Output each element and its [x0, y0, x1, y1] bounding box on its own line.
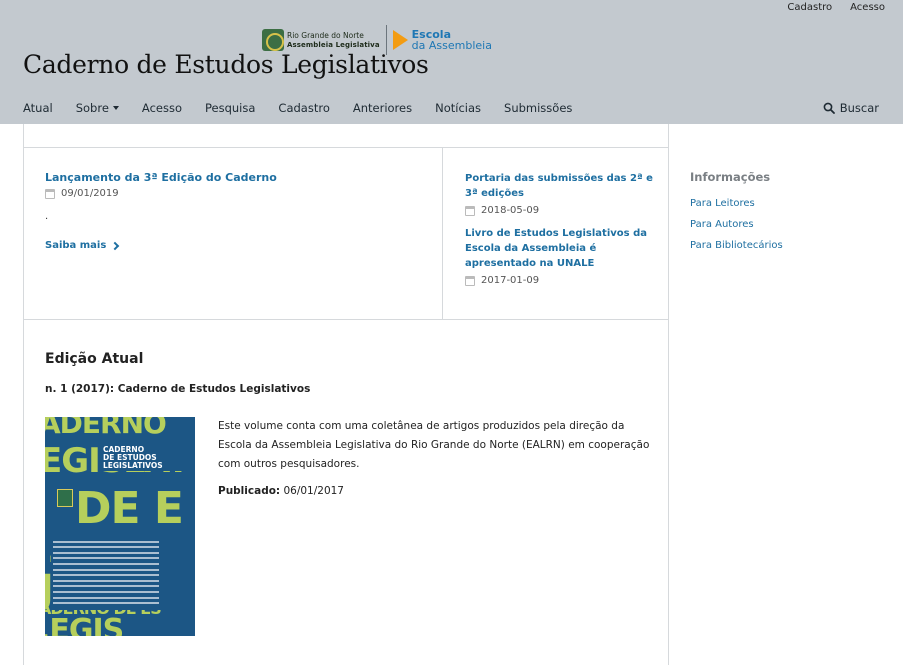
issue-title-link[interactable]: n. 1 (2017): Caderno de Estudos Legislat… [45, 383, 655, 395]
divider [442, 147, 443, 319]
cover-art: ADERNO [45, 417, 167, 440]
calendar-icon [465, 275, 475, 286]
news-title-link[interactable]: Lançamento da 3ª Edição do Caderno [45, 171, 425, 184]
cover-title: CADERNO DE ESTUDOS LEGISLATIVOS [101, 445, 191, 471]
search-link[interactable]: Buscar [823, 101, 879, 115]
issue-description: Este volume conta com uma coletânea de a… [218, 420, 650, 470]
nav-register[interactable]: Cadastro [278, 101, 329, 115]
news-summary: . [45, 211, 49, 222]
section-title: Edição Atual [45, 351, 144, 367]
user-nav: Cadastro Acesso [787, 2, 885, 13]
caret-down-icon [112, 106, 119, 110]
nav-archives[interactable]: Anteriores [353, 101, 412, 115]
news-featured: Lançamento da 3ª Edição do Caderno 09/01… [45, 171, 425, 251]
nav-submissions[interactable]: Submissões [504, 101, 572, 115]
nav-news[interactable]: Notícias [435, 101, 481, 115]
news-date: 2018-05-09 [465, 205, 655, 216]
for-librarians-link[interactable]: Para Bibliotecários [690, 240, 890, 251]
search-icon [823, 102, 835, 114]
main-nav: Atual Sobre Acesso Pesquisa Cadastro Ant… [23, 101, 595, 115]
calendar-icon [45, 188, 55, 199]
news-title-link[interactable]: Livro de Estudos Legislativos da Escola … [465, 226, 655, 271]
cover-author-list [51, 535, 161, 610]
nav-search[interactable]: Pesquisa [205, 101, 255, 115]
login-link[interactable]: Acesso [850, 2, 885, 13]
site-header: Cadastro Acesso Rio Grande do Norte Asse… [0, 0, 903, 124]
news-date: 09/01/2019 [45, 188, 425, 199]
assembly-seal-icon [262, 29, 284, 51]
divider [24, 147, 668, 148]
for-authors-link[interactable]: Para Autores [690, 219, 890, 230]
register-link[interactable]: Cadastro [787, 2, 832, 13]
read-more-link[interactable]: Saiba mais [45, 240, 425, 251]
site-title[interactable]: Caderno de Estudos Legislativos [23, 50, 429, 79]
news-date: 2017-01-09 [465, 275, 655, 286]
school-logo-text: Escola da Assembleia [411, 28, 492, 52]
nav-about[interactable]: Sobre [76, 101, 119, 115]
issue-cover-image[interactable]: ADERNO EGISLAT DE E .EGIS JDE ADERNO DE … [45, 417, 195, 636]
sidebar-links: Para Leitores Para Autores Para Bibliote… [690, 198, 890, 251]
cover-art: .EGIS [45, 613, 124, 636]
sidebar-heading: Informações [690, 170, 771, 184]
school-play-icon [392, 30, 408, 50]
issue-published: Publicado: 06/01/2017 [218, 485, 344, 497]
divider [24, 319, 668, 320]
news-list: Portaria das submissões das 2ª e 3ª ediç… [465, 171, 655, 296]
sidebar-information: Informações Para Leitores Para Autores P… [690, 170, 890, 251]
calendar-icon [465, 205, 475, 216]
current-issue: Edição Atual n. 1 (2017): Caderno de Est… [45, 351, 655, 636]
cover-art: DE E [75, 483, 184, 534]
news-title-link[interactable]: Portaria das submissões das 2ª e 3ª ediç… [465, 171, 655, 201]
for-readers-link[interactable]: Para Leitores [690, 198, 890, 209]
chevron-right-icon [111, 241, 120, 250]
nav-current[interactable]: Atual [23, 101, 53, 115]
list-item: Livro de Estudos Legislativos da Escola … [465, 226, 655, 286]
list-item: Portaria das submissões das 2ª e 3ª ediç… [465, 171, 655, 216]
main-content: Lançamento da 3ª Edição do Caderno 09/01… [23, 124, 669, 665]
assembly-logo-text: Rio Grande do Norte Assembleia Legislati… [287, 30, 380, 49]
nav-access[interactable]: Acesso [142, 101, 182, 115]
cover-seal-icon [57, 489, 73, 507]
